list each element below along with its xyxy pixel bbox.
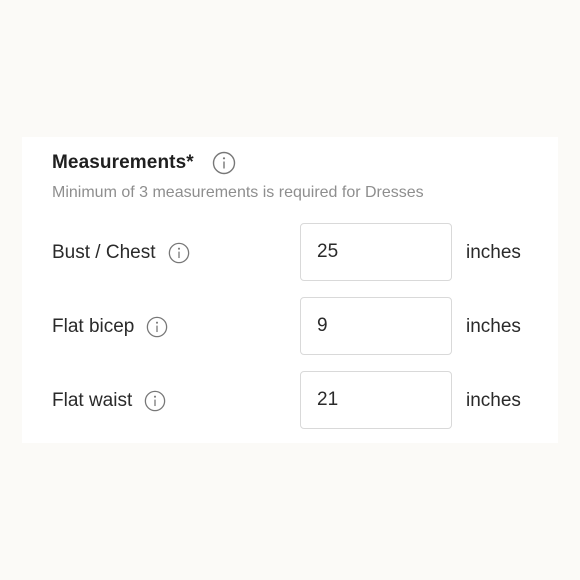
measurements-card: Measurements* Minimum of 3 measurements … <box>22 137 558 443</box>
measurement-label: Flat waist <box>52 390 133 411</box>
unit-label: inches <box>466 390 521 411</box>
measurement-row-waist: Flat waist inches <box>52 371 532 431</box>
bust-chest-input[interactable] <box>300 223 452 281</box>
unit-label: inches <box>466 316 521 337</box>
flat-waist-input[interactable] <box>300 371 452 429</box>
measurement-label-container: Flat waist <box>52 390 166 412</box>
measurement-row-bust: Bust / Chest inches <box>52 223 532 283</box>
section-subtitle: Minimum of 3 measurements is required fo… <box>52 184 424 201</box>
measurement-row-bicep: Flat bicep inches <box>52 297 532 357</box>
info-icon[interactable] <box>144 390 166 412</box>
unit-label: inches <box>466 242 521 263</box>
measurement-label: Bust / Chest <box>52 242 156 263</box>
measurement-label-container: Bust / Chest <box>52 242 190 264</box>
flat-bicep-input[interactable] <box>300 297 452 355</box>
info-icon[interactable] <box>212 151 236 175</box>
page: Measurements* Minimum of 3 measurements … <box>0 0 580 580</box>
info-icon[interactable] <box>146 316 168 338</box>
section-title: Measurements* <box>52 152 194 173</box>
measurement-label: Flat bicep <box>52 316 135 337</box>
info-icon[interactable] <box>168 242 190 264</box>
section-header: Measurements* <box>52 151 236 175</box>
measurement-label-container: Flat bicep <box>52 316 168 338</box>
